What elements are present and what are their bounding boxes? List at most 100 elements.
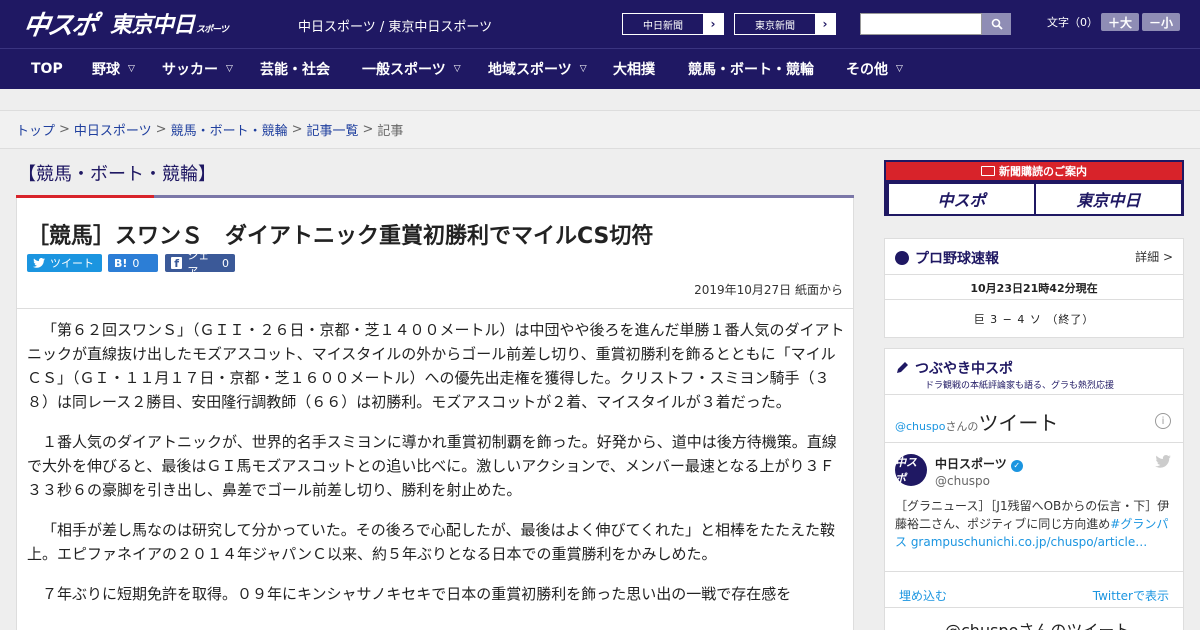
breadcrumb-sep: > — [155, 122, 167, 137]
subscribe-tokyo-button[interactable]: 東京中日 — [1036, 184, 1181, 214]
chevron-down-icon: ▽ — [579, 64, 587, 74]
nav-label: 競馬・ボート・競輪 — [688, 62, 814, 78]
search-button[interactable] — [982, 13, 1011, 35]
chevron-right-icon: › — [703, 14, 723, 34]
tweet-author-label: 中日スポーツ — [935, 457, 1007, 471]
baseball-update-time: 10月23日21時42分現在 — [970, 282, 1098, 295]
embed-link[interactable]: 埋め込む — [899, 587, 947, 604]
chevron-down-icon: ▽ — [226, 64, 233, 74]
nav-item-baseball[interactable]: 野球 ▽ — [92, 49, 135, 89]
nav-label: 一般スポーツ — [362, 62, 446, 78]
chevron-down-icon: ▽ — [896, 64, 903, 74]
baseball-game-score[interactable]: 巨 3 − 4 ソ （終了） — [885, 311, 1183, 327]
font-bigger-button[interactable]: ＋大 — [1101, 13, 1139, 31]
search-input[interactable] — [860, 13, 982, 35]
chunichi-shimbun-button[interactable]: 中日新聞 › — [622, 13, 724, 35]
nav-item-top[interactable]: TOP — [31, 49, 63, 89]
article-paragraph: 「第６２回スワンＳ」（ＧＩＩ・２６日・京都・芝１４００メートル）は中団やや後ろを… — [27, 321, 845, 411]
nav-item-sumo[interactable]: 大相撲 — [613, 49, 655, 89]
nav-label: 芸能・社会 — [260, 62, 330, 78]
nav-item-entertainment[interactable]: 芸能・社会 — [260, 49, 330, 89]
tokyo-logo-small: スポーツ — [196, 25, 229, 35]
twitter-bird-icon[interactable] — [1155, 455, 1171, 472]
twitter-icon — [33, 258, 45, 268]
facebook-share-count: 0 — [222, 256, 229, 270]
twitter-timeline-header: @chuspoさんのツイート — [895, 407, 1058, 436]
article-date: 2019年10月27日 紙面から — [694, 283, 843, 297]
breadcrumb-article-list[interactable]: 記事一覧 — [307, 120, 359, 139]
nav-item-racing[interactable]: 競馬・ボート・競輪 — [688, 49, 814, 89]
divider — [885, 274, 1183, 275]
nav-label: 大相撲 — [613, 62, 655, 78]
twitter-widget-title: つぶやき中スポ — [895, 358, 1013, 378]
twitter-header-tweet: ツイート — [978, 411, 1059, 435]
search-icon — [991, 18, 1003, 30]
breadcrumb-sep: > — [59, 122, 70, 137]
avatar[interactable]: 中スポ — [895, 454, 927, 486]
subscription-banner[interactable]: 新聞購読のご案内 中スポ 東京中日 — [884, 160, 1184, 216]
chuspo-logo[interactable]: 中スポ — [21, 6, 99, 41]
tweet-author-name[interactable]: 中日スポーツ ✓ — [935, 455, 1023, 472]
baseball-detail-link[interactable]: 詳細 > — [1135, 248, 1173, 265]
nav-label: その他 — [846, 62, 888, 78]
baseball-icon — [895, 251, 909, 265]
article-divider — [17, 308, 853, 309]
baseball-title-label: プロ野球速報 — [915, 251, 999, 267]
nav-item-regional-sports[interactable]: 地域スポーツ ▽ — [488, 49, 587, 89]
nav-label: 野球 — [92, 62, 120, 78]
article-paragraph: ７年ぶりに短期免許を取得。０９年にキンシャサノキセキで日本の重賞初勝利を飾った思… — [42, 585, 792, 603]
baseball-score-widget: プロ野球速報 詳細 > 10月23日21時42分現在 巨 3 − 4 ソ （終了… — [884, 238, 1184, 338]
breadcrumb-sep: > — [362, 122, 374, 137]
tweet-button[interactable]: ツイート — [27, 254, 102, 272]
breadcrumb-racing[interactable]: 競馬・ボート・競輪 — [171, 120, 288, 139]
facebook-icon: f — [171, 257, 183, 270]
tokyo-chunichi-logo[interactable]: 東京中日 スポーツ — [110, 6, 229, 40]
tokyo-shimbun-label: 東京新聞 — [735, 14, 815, 34]
article-paragraph: １番人気のダイアトニックが、世界的名手スミヨンに導かれ重賞初制覇を飾った。好発か… — [27, 433, 837, 499]
article-paragraph: 「相手が差し馬なのは研究して分かっていた。その後ろで心配したが、最後はよく伸びて… — [27, 521, 836, 563]
hatena-count: 0 — [132, 256, 140, 270]
font-size-label: 文字（0） — [1047, 16, 1098, 29]
twitter-subtitle: ドラ観戦の本紙評論家も語る、グラも熱烈応援 — [925, 381, 1115, 391]
divider — [885, 442, 1183, 443]
subscription-banner-title: 新聞購読のご案内 — [886, 162, 1182, 180]
newspaper-icon — [981, 166, 995, 176]
divider — [885, 571, 1183, 572]
verified-icon: ✓ — [1010, 460, 1023, 472]
view-on-twitter-link[interactable]: Twitterで表示 — [1093, 587, 1169, 604]
breadcrumb-top[interactable]: トップ — [16, 120, 55, 139]
chevron-down-icon: ▽ — [128, 64, 135, 74]
chunichi-shimbun-label: 中日新聞 — [623, 14, 703, 34]
nav-label: サッカー — [162, 62, 218, 78]
nav-label: TOP — [31, 61, 63, 77]
facebook-share-button[interactable]: f シェア 0 — [165, 249, 235, 278]
breadcrumb-current: 記事 — [377, 124, 404, 139]
pen-icon — [897, 362, 908, 373]
font-smaller-button[interactable]: －小 — [1142, 13, 1180, 31]
breadcrumb-chunichi-sports[interactable]: 中日スポーツ — [74, 120, 152, 139]
twitter-timeline-footer: @chuspoさんのツイート — [945, 617, 1130, 630]
info-icon[interactable]: i — [1155, 413, 1171, 429]
hatena-icon: B! — [114, 256, 128, 270]
section-title: 【競馬・ボート・競輪】 — [18, 164, 216, 185]
tweet-text: ［グラニュース］［J1残留へOBからの伝言・下］伊藤裕二さん、ポジティブに同じ方… — [895, 497, 1175, 551]
nav-item-other[interactable]: その他 ▽ — [846, 49, 903, 89]
main-nav: TOP 野球 ▽ サッカー ▽ 芸能・社会 一般スポーツ ▽ 地域スポーツ ▽ 大相撲 … — [0, 48, 1200, 89]
top-header: 中スポ 東京中日 スポーツ 中日スポーツ / 東京中日スポーツ 中日新聞 › 東京新… — [0, 0, 1200, 48]
divider — [885, 607, 1183, 608]
baseball-widget-title: プロ野球速報 — [895, 248, 999, 268]
site-name: 中日スポーツ / 東京中日スポーツ — [298, 20, 493, 35]
tweet-author-handle[interactable]: @chuspo — [935, 474, 990, 488]
breadcrumb: トップ > 中日スポーツ > 競馬・ボート・競輪 > 記事一覧 > 記事 — [0, 110, 1200, 149]
chuspo-logo-text: 中スポ — [21, 10, 98, 41]
tweet-label: ツイート — [50, 257, 94, 270]
nav-item-general-sports[interactable]: 一般スポーツ ▽ — [362, 49, 461, 89]
article-body: 「第６２回スワンＳ」（ＧＩＩ・２６日・京都・芝１４００メートル）は中団やや後ろを… — [27, 318, 845, 622]
facebook-share-label: シェア — [187, 249, 210, 278]
article-headline: ［競馬］スワンＳ ダイアトニック重賞初勝利でマイルCS切符 — [27, 224, 654, 249]
subscribe-chuspo-button[interactable]: 中スポ — [889, 184, 1034, 214]
hatena-bookmark-button[interactable]: B! 0 — [108, 254, 158, 272]
tokyo-shimbun-button[interactable]: 東京新聞 › — [734, 13, 836, 35]
twitter-header-handle[interactable]: @chuspo — [895, 420, 945, 433]
nav-item-soccer[interactable]: サッカー ▽ — [162, 49, 233, 89]
